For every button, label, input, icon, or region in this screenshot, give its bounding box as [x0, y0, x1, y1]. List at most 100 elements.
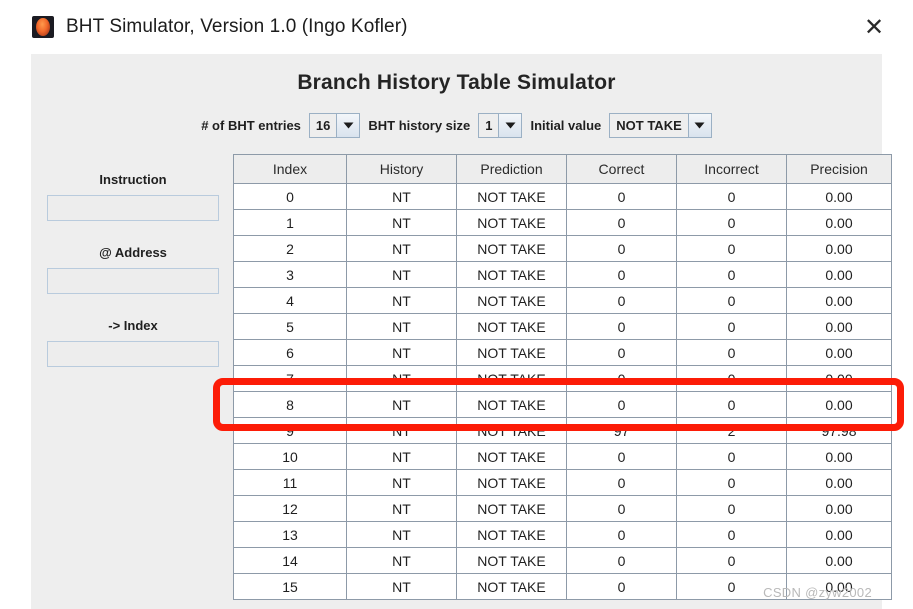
bht-table: Index History Prediction Correct Incorrect Pr… [233, 154, 892, 600]
window-title: BHT Simulator, Version 1.0 (Ingo Kofler) [66, 16, 408, 37]
table-cell-precision: 0.00 [786, 209, 892, 236]
table-cell-history: NT [346, 287, 457, 314]
table-cell-incorrect: 0 [676, 313, 787, 340]
column-header-prediction[interactable]: Prediction [456, 154, 567, 184]
table-cell-correct: 0 [566, 235, 677, 262]
table-row[interactable]: 12 NT NOT TAKE 0 0 0.00 [233, 495, 892, 522]
table-cell-precision: 0.00 [786, 183, 892, 210]
chevron-down-icon [336, 114, 360, 137]
table-row[interactable]: 6 NT NOT TAKE 0 0 0.00 [233, 339, 892, 366]
table-cell-history: NT [346, 261, 457, 288]
table-cell-precision: 0.00 [786, 339, 892, 366]
column-header-history[interactable]: History [346, 154, 457, 184]
table-row[interactable]: 2 NT NOT TAKE 0 0 0.00 [233, 235, 892, 262]
initial-value-dropdown[interactable]: NOT TAKE [609, 113, 712, 138]
table-cell-index: 12 [233, 495, 347, 522]
bht-history-size-dropdown[interactable]: 1 [478, 113, 523, 138]
table-cell-history: NT [346, 417, 457, 444]
table-cell-index: 8 [233, 391, 347, 418]
bht-entries-label: # of BHT entries [201, 118, 301, 133]
table-cell-precision: 0.00 [786, 547, 892, 574]
table-cell-incorrect: 0 [676, 443, 787, 470]
table-row[interactable]: 3 NT NOT TAKE 0 0 0.00 [233, 261, 892, 288]
bht-entries-value: 16 [309, 114, 337, 137]
table-cell-correct: 0 [566, 573, 677, 600]
table-cell-correct: 0 [566, 183, 677, 210]
table-cell-index: 6 [233, 339, 347, 366]
table-cell-correct: 0 [566, 469, 677, 496]
table-cell-precision: 0.00 [786, 313, 892, 340]
table-row[interactable]: 10 NT NOT TAKE 0 0 0.00 [233, 443, 892, 470]
table-cell-incorrect: 0 [676, 209, 787, 236]
table-row[interactable]: 5 NT NOT TAKE 0 0 0.00 [233, 313, 892, 340]
instruction-input[interactable] [47, 195, 219, 221]
table-cell-correct: 0 [566, 547, 677, 574]
table-cell-index: 13 [233, 521, 347, 548]
table-row[interactable]: 9 NT NOT TAKE 97 2 97.98 [233, 417, 892, 444]
table-cell-prediction: NOT TAKE [456, 183, 567, 210]
table-cell-precision: 97.98 [786, 417, 892, 444]
table-cell-correct: 0 [566, 391, 677, 418]
table-cell-precision: 0.00 [786, 495, 892, 522]
table-cell-prediction: NOT TAKE [456, 313, 567, 340]
table-cell-index: 7 [233, 365, 347, 392]
window-titlebar: BHT Simulator, Version 1.0 (Ingo Kofler)… [0, 0, 913, 54]
table-cell-prediction: NOT TAKE [456, 365, 567, 392]
main-area: Instruction @ Address -> Index Index Hist… [31, 154, 904, 600]
column-header-index[interactable]: Index [233, 154, 347, 184]
table-row[interactable]: 11 NT NOT TAKE 0 0 0.00 [233, 469, 892, 496]
main-content-panel: Branch History Table Simulator # of BHT … [31, 54, 904, 609]
table-cell-incorrect: 0 [676, 235, 787, 262]
index-input[interactable] [47, 341, 219, 367]
table-cell-prediction: NOT TAKE [456, 261, 567, 288]
table-cell-correct: 0 [566, 313, 677, 340]
table-cell-prediction: NOT TAKE [456, 209, 567, 236]
close-icon[interactable]: ✕ [859, 13, 889, 43]
initial-value-label: Initial value [530, 118, 602, 133]
column-header-precision[interactable]: Precision [786, 154, 892, 184]
left-panel: Instruction @ Address -> Index [39, 154, 227, 600]
table-cell-incorrect: 0 [676, 495, 787, 522]
table-cell-precision: 0.00 [786, 469, 892, 496]
table-cell-index: 4 [233, 287, 347, 314]
table-cell-incorrect: 0 [676, 391, 787, 418]
table-cell-prediction: NOT TAKE [456, 391, 567, 418]
table-row[interactable]: 14 NT NOT TAKE 0 0 0.00 [233, 547, 892, 574]
table-cell-correct: 0 [566, 365, 677, 392]
table-cell-correct: 0 [566, 521, 677, 548]
table-cell-correct: 0 [566, 209, 677, 236]
table-cell-incorrect: 0 [676, 547, 787, 574]
bht-history-size-label: BHT history size [368, 118, 471, 133]
table-cell-precision: 0.00 [786, 443, 892, 470]
table-row[interactable]: 4 NT NOT TAKE 0 0 0.00 [233, 287, 892, 314]
table-cell-index: 2 [233, 235, 347, 262]
table-cell-incorrect: 0 [676, 287, 787, 314]
table-cell-correct: 0 [566, 287, 677, 314]
app-icon [32, 16, 54, 38]
table-cell-history: NT [346, 339, 457, 366]
address-input[interactable] [47, 268, 219, 294]
initial-value-value: NOT TAKE [610, 114, 688, 137]
bht-history-size-value: 1 [479, 114, 499, 137]
column-header-correct[interactable]: Correct [566, 154, 677, 184]
table-header-row: Index History Prediction Correct Incorrect Pr… [233, 154, 892, 184]
table-row[interactable]: 1 NT NOT TAKE 0 0 0.00 [233, 209, 892, 236]
table-row[interactable]: 13 NT NOT TAKE 0 0 0.00 [233, 521, 892, 548]
column-header-incorrect[interactable]: Incorrect [676, 154, 787, 184]
table-cell-index: 0 [233, 183, 347, 210]
table-cell-prediction: NOT TAKE [456, 547, 567, 574]
table-row[interactable]: 7 NT NOT TAKE 0 0 0.00 [233, 365, 892, 392]
table-cell-correct: 0 [566, 261, 677, 288]
table-cell-precision: 0.00 [786, 365, 892, 392]
table-cell-history: NT [346, 209, 457, 236]
table-cell-incorrect: 2 [676, 417, 787, 444]
address-label: @ Address [99, 245, 167, 260]
table-cell-prediction: NOT TAKE [456, 417, 567, 444]
bht-entries-dropdown[interactable]: 16 [308, 113, 361, 138]
table-cell-history: NT [346, 235, 457, 262]
table-row[interactable]: 0 NT NOT TAKE 0 0 0.00 [233, 183, 892, 210]
table-cell-index: 5 [233, 313, 347, 340]
chevron-down-icon [498, 114, 522, 137]
table-cell-history: NT [346, 313, 457, 340]
table-row[interactable]: 8 NT NOT TAKE 0 0 0.00 [233, 391, 892, 418]
